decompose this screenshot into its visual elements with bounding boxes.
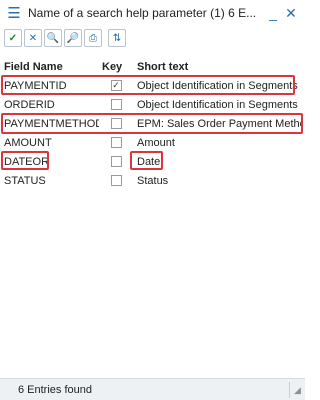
key-checkbox: [110, 99, 122, 110]
table-row[interactable]: DATEOR Date: [0, 152, 305, 171]
table-row[interactable]: AMOUNT Amount: [0, 133, 305, 152]
key-cell: [99, 156, 133, 167]
short-text-cell[interactable]: Date: [133, 156, 303, 168]
close-box-icon: ✕: [28, 32, 38, 44]
magnifier-icon: 🔍: [46, 32, 60, 44]
key-checkbox: [110, 118, 122, 129]
cancel-button[interactable]: ✕: [24, 29, 42, 47]
hamburger-menu-icon[interactable]: ☰: [3, 4, 25, 22]
column-header-field-name[interactable]: Field Name: [0, 61, 99, 73]
key-cell: [99, 175, 133, 186]
field-name-cell[interactable]: DATEOR: [0, 156, 99, 168]
toolbar: ✓ ✕ 🔍 🔎 ⎙ ⇅: [0, 26, 305, 50]
column-header-key[interactable]: Key: [99, 61, 133, 73]
short-text-cell[interactable]: Object Identification in Segments: [133, 99, 303, 111]
short-text-cell[interactable]: Status: [133, 175, 303, 187]
field-name-cell[interactable]: PAYMENTMETHOD: [0, 118, 99, 130]
key-checkbox: [110, 137, 122, 148]
table-row[interactable]: ORDERID Object Identification in Segment…: [0, 95, 305, 114]
window-title: Name of a search help parameter (1) 6 E.…: [28, 6, 257, 20]
field-name-cell[interactable]: STATUS: [0, 175, 99, 187]
field-name-cell[interactable]: PAYMENTID: [0, 80, 99, 92]
short-text-cell[interactable]: Object Identification in Segments: [133, 80, 303, 92]
title-bar: ☰ Name of a search help parameter (1) 6 …: [0, 0, 305, 26]
print-button[interactable]: ⎙: [84, 29, 102, 47]
key-checkbox: [110, 175, 122, 186]
field-name-cell[interactable]: AMOUNT: [0, 137, 99, 149]
ok-button[interactable]: ✓: [4, 29, 22, 47]
magnifier-plus-icon: 🔎: [66, 32, 80, 44]
key-checkbox: [110, 156, 122, 167]
checkmark-icon: ✓: [8, 32, 18, 44]
status-separator: [289, 382, 290, 398]
key-checkbox: ✓: [110, 80, 122, 91]
short-text-cell[interactable]: Amount: [133, 137, 303, 149]
field-name-cell[interactable]: ORDERID: [0, 99, 99, 111]
find-button[interactable]: 🔍: [44, 29, 62, 47]
find-next-button[interactable]: 🔎: [64, 29, 82, 47]
key-cell: [99, 118, 133, 129]
results-table: Field Name Key Short text PAYMENTID ✓ Ob…: [0, 58, 305, 190]
key-cell: [99, 99, 133, 110]
table-header: Field Name Key Short text: [0, 58, 305, 76]
short-text-cell[interactable]: EPM: Sales Order Payment Method: [133, 118, 303, 130]
sort-icon: ⇅: [112, 32, 122, 44]
close-icon[interactable]: ✕: [282, 5, 300, 22]
table-row[interactable]: PAYMENTID ✓ Object Identification in Seg…: [0, 76, 305, 95]
sort-button[interactable]: ⇅: [108, 29, 126, 47]
table-row[interactable]: PAYMENTMETHOD EPM: Sales Order Payment M…: [0, 114, 305, 133]
minimize-icon[interactable]: _: [264, 5, 282, 21]
resize-grip-icon[interactable]: ◢: [294, 385, 301, 396]
column-header-short-text[interactable]: Short text: [133, 61, 303, 73]
printer-icon: ⎙: [89, 32, 97, 44]
key-cell: ✓: [99, 80, 133, 91]
table-row[interactable]: STATUS Status: [0, 171, 305, 190]
status-text: 6 Entries found: [18, 383, 92, 396]
status-bar: 6 Entries found ◢: [0, 378, 305, 400]
key-cell: [99, 137, 133, 148]
